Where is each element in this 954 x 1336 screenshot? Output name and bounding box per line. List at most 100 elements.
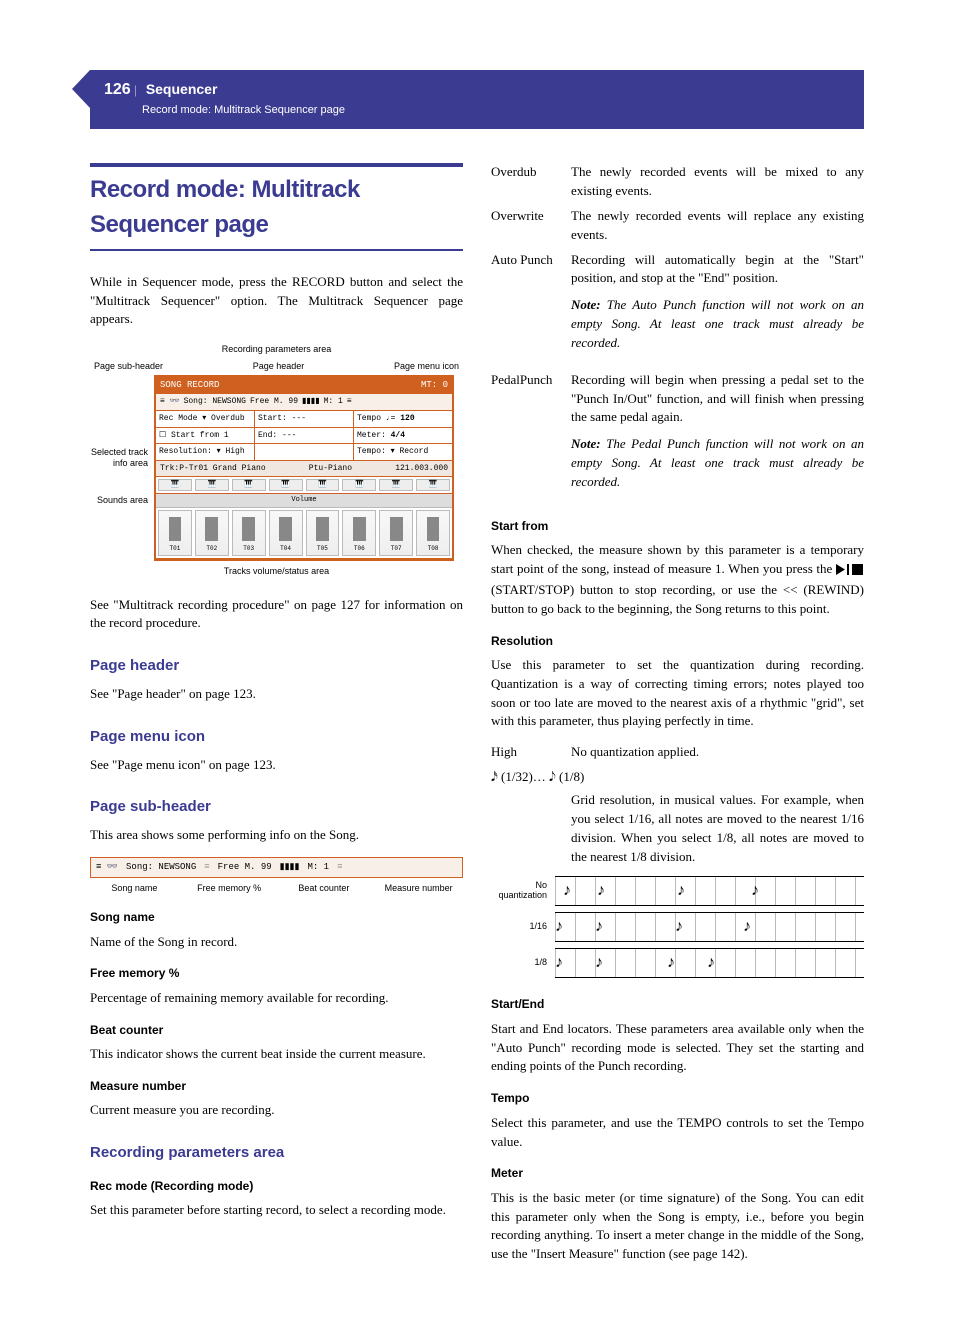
section-page-sub-header: Page sub-header <box>90 796 463 818</box>
quant-staff-noq: ♪ ♪ ♪ ♪ <box>555 876 864 906</box>
page-header-text: See "Page header" on page 123. <box>90 685 463 704</box>
page-number: 126 <box>104 81 131 98</box>
fig-bottom-label: Tracks volume/status area <box>90 565 463 578</box>
fig-slider-cell: 100 T04 <box>269 510 303 556</box>
quant-label-noq: No quantization <box>491 881 555 901</box>
tempo-heading: Tempo <box>491 1090 864 1107</box>
def-pedalpunch-desc: Recording will begin when pressing a ped… <box>571 372 864 425</box>
fig-volume-bar: Volume <box>156 494 452 507</box>
demo-label-song: Song name <box>94 882 175 895</box>
def-high-term: High <box>491 743 571 762</box>
page-menu-icon-text: See "Page menu icon" on page 123. <box>90 756 463 775</box>
sub-header-demo: ≡ 👓 Song: NEWSONG ≡ Free M. 99 ▮▮▮▮ M: 1… <box>90 857 463 878</box>
def-overdub-desc: The newly recorded events will be mixed … <box>571 163 864 201</box>
page-header-bar: 126 | Sequencer Record mode: Multitrack … <box>90 70 864 129</box>
free-memory-text: Percentage of remaining memory available… <box>90 989 463 1008</box>
fig-sub-song: Song: NEWSONG <box>184 396 246 408</box>
fig-title-left: SONG RECORD <box>160 379 219 392</box>
demo-label-meas: Measure number <box>378 882 459 895</box>
fig-slider-cell: 100 T06 <box>342 510 376 556</box>
start-end-heading: Start/End <box>491 996 864 1013</box>
pedalpunch-note-text: The Pedal Punch function will not work o… <box>571 436 864 489</box>
multitrack-figure: Recording parameters area Page sub-heade… <box>90 343 463 577</box>
main-title: Record mode: Multitrack Sequencer page <box>90 163 463 251</box>
autopunch-note-label: Note: <box>571 297 601 312</box>
section-recording-params: Recording parameters area <box>90 1142 463 1164</box>
def-high-desc: No quantization applied. <box>571 743 864 762</box>
fig-sub-free: Free M. 99 <box>250 396 298 408</box>
rec-mode-heading: Rec mode (Recording mode) <box>90 1178 463 1195</box>
def-autopunch-desc: Recording will automatically begin at th… <box>571 252 864 286</box>
measure-number-heading: Measure number <box>90 1078 463 1095</box>
fig-slider-cell: 100 T01 <box>158 510 192 556</box>
page-section-title: Sequencer <box>146 81 218 97</box>
demo-meas: M: 1 <box>307 861 329 874</box>
demo-free: Free M. 99 <box>218 861 272 874</box>
right-column: Overdub The newly recorded events will b… <box>491 163 864 1276</box>
fig-slider-cell: 100 T05 <box>306 510 340 556</box>
section-page-header: Page header <box>90 655 463 677</box>
resolution-range: 𝅘𝅥𝅯 (1/32)… 𝅘𝅥𝅮 (1/8) <box>491 768 864 787</box>
resolution-heading: Resolution <box>491 633 864 650</box>
def-high: High No quantization applied. <box>491 743 864 762</box>
meter-heading: Meter <box>491 1165 864 1182</box>
def-overdub: Overdub The newly recorded events will b… <box>491 163 864 201</box>
rec-mode-text: Set this parameter before starting recor… <box>90 1201 463 1220</box>
fig-label-sounds: Sounds area <box>90 495 148 506</box>
def-autopunch-term: Auto Punch <box>491 251 571 365</box>
resolution-text: Use this parameter to set the quantizati… <box>491 656 864 731</box>
fig-label-menu-icon: Page menu icon <box>394 360 459 373</box>
def-range-desc: Grid resolution, in musical values. For … <box>571 791 864 866</box>
left-column: Record mode: Multitrack Sequencer page W… <box>90 163 463 1276</box>
start-end-text: Start and End locators. These parameters… <box>491 1020 864 1077</box>
fig-slider-cell: 100 T02 <box>195 510 229 556</box>
play-stop-icon <box>836 562 864 581</box>
def-range: Grid resolution, in musical values. For … <box>491 791 864 866</box>
meter-text: This is the basic meter (or time signatu… <box>491 1189 864 1264</box>
quant-staff-8: ♪ ♪ ♪ ♪ <box>555 948 864 978</box>
tempo-text: Select this parameter, and use the TEMPO… <box>491 1114 864 1152</box>
def-overdub-term: Overdub <box>491 163 571 201</box>
quantization-figure: No quantization ♪ ♪ ♪ ♪ 1/16 ♪ ♪ ♪ ♪ 1/8 <box>491 876 864 978</box>
pedalpunch-note-label: Note: <box>571 436 601 451</box>
fig-top-label: Recording parameters area <box>90 343 463 356</box>
fig-track-left: Trk:P-Tr01 Grand Piano <box>160 463 266 475</box>
free-memory-heading: Free memory % <box>90 965 463 982</box>
section-page-menu-icon: Page menu icon <box>90 726 463 748</box>
start-from-heading: Start from <box>491 518 864 535</box>
def-pedalpunch: PedalPunch Recording will begin when pre… <box>491 371 864 504</box>
def-overwrite-term: Overwrite <box>491 207 571 245</box>
fig-track-mid: Ptu-Piano <box>309 463 352 475</box>
song-name-heading: Song name <box>90 909 463 926</box>
fig-label-sub-header: Page sub-header <box>94 360 163 373</box>
beat-counter-heading: Beat counter <box>90 1022 463 1039</box>
autopunch-note-text: The Auto Punch function will not work on… <box>571 297 864 350</box>
def-overwrite-desc: The newly recorded events will replace a… <box>571 207 864 245</box>
def-pedalpunch-term: PedalPunch <box>491 371 571 504</box>
quant-label-8: 1/8 <box>491 958 555 968</box>
start-from-text: When checked, the measure shown by this … <box>491 541 864 618</box>
quant-staff-16: ♪ ♪ ♪ ♪ <box>555 912 864 942</box>
page-subsection-title: Record mode: Multitrack Sequencer page <box>142 103 850 119</box>
demo-song: Song: NEWSONG <box>126 861 196 874</box>
page-sub-header-text: This area shows some performing info on … <box>90 826 463 845</box>
intro-paragraph: While in Sequencer mode, press the RECOR… <box>90 273 463 330</box>
after-fig-paragraph: See "Multitrack recording procedure" on … <box>90 596 463 634</box>
def-autopunch: Auto Punch Recording will automatically … <box>491 251 864 365</box>
fig-slider-row: 100 T01100 T02100 T03100 T04100 T05100 T… <box>156 508 452 559</box>
fig-title-right: MT: 0 <box>421 379 448 392</box>
quant-label-16: 1/16 <box>491 922 555 932</box>
fig-track-right: 121.003.000 <box>395 463 448 475</box>
fig-slider-cell: 100 T03 <box>232 510 266 556</box>
beat-counter-text: This indicator shows the current beat in… <box>90 1045 463 1064</box>
fig-label-track-info: Selected track info area <box>90 447 148 469</box>
fig-slider-cell: 100 T07 <box>379 510 413 556</box>
fig-slider-cell: 100 T08 <box>416 510 450 556</box>
def-overwrite: Overwrite The newly recorded events will… <box>491 207 864 245</box>
measure-number-text: Current measure you are recording. <box>90 1101 463 1120</box>
song-name-text: Name of the Song in record. <box>90 933 463 952</box>
fig-label-header: Page header <box>253 360 305 373</box>
demo-label-beat: Beat counter <box>284 882 365 895</box>
fig-screenshot: SONG RECORD MT: 0 ≡ 👓 Song: NEWSONG Free… <box>154 375 454 560</box>
demo-label-free: Free memory % <box>189 882 270 895</box>
